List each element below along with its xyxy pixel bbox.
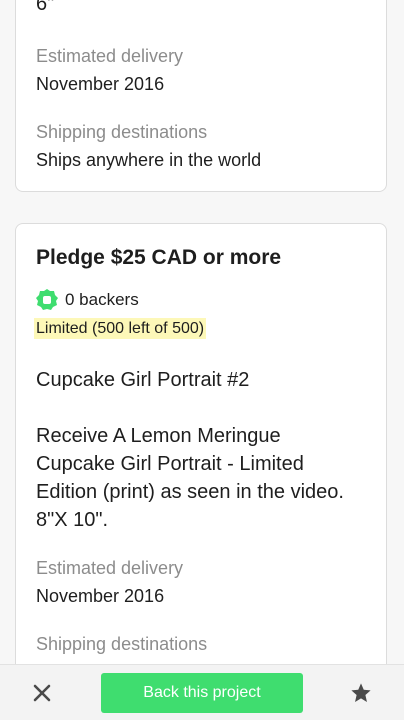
back-this-project-button[interactable]: Back this project xyxy=(101,673,303,713)
reward-card[interactable]: Pledge $25 CAD or more 0 backers Limited… xyxy=(15,223,387,664)
estimated-delivery-label: Estimated delivery xyxy=(36,46,184,66)
shipping-destinations-label: Shipping destinations xyxy=(36,634,208,654)
close-button[interactable] xyxy=(28,679,56,707)
estimated-delivery-value: November 2016 xyxy=(36,74,165,94)
rewards-scroll-area[interactable]: 6" Estimated delivery November 2016 Ship… xyxy=(0,0,404,664)
save-project-button[interactable] xyxy=(346,678,376,708)
bottom-action-bar: Back this project xyxy=(0,664,404,720)
backers-row: 0 backers xyxy=(36,289,139,311)
reward-description: Receive A Lemon Meringue Cupcake Girl Po… xyxy=(36,425,344,531)
backers-count: 0 backers xyxy=(65,290,139,309)
limited-badge: Limited (500 left of 500) xyxy=(34,318,207,339)
close-icon xyxy=(33,684,51,702)
estimated-delivery-value: November 2016 xyxy=(36,586,165,606)
shipping-destinations-label: Shipping destinations xyxy=(36,122,208,142)
reward-title: Cupcake Girl Portrait #2 xyxy=(36,369,250,391)
pledge-amount-title: Pledge $25 CAD or more xyxy=(36,246,282,269)
shipping-destinations-value: Ships anywhere in the world xyxy=(36,150,262,170)
description-fragment: 6" xyxy=(36,0,55,15)
reward-card-previous[interactable]: 6" Estimated delivery November 2016 Ship… xyxy=(15,0,387,192)
star-icon xyxy=(351,683,371,702)
backers-badge-icon xyxy=(36,289,58,310)
estimated-delivery-label: Estimated delivery xyxy=(36,558,184,578)
limited-text: Limited (500 left of 500) xyxy=(34,318,207,339)
